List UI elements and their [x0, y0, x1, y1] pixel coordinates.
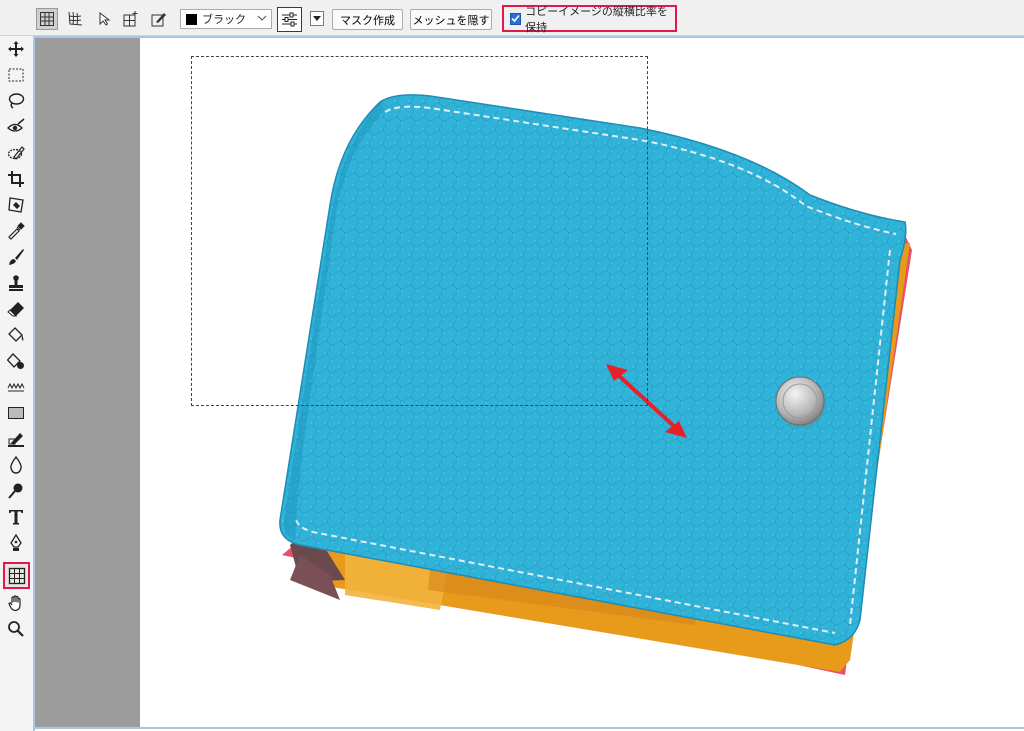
- selection-marquee[interactable]: [191, 56, 648, 406]
